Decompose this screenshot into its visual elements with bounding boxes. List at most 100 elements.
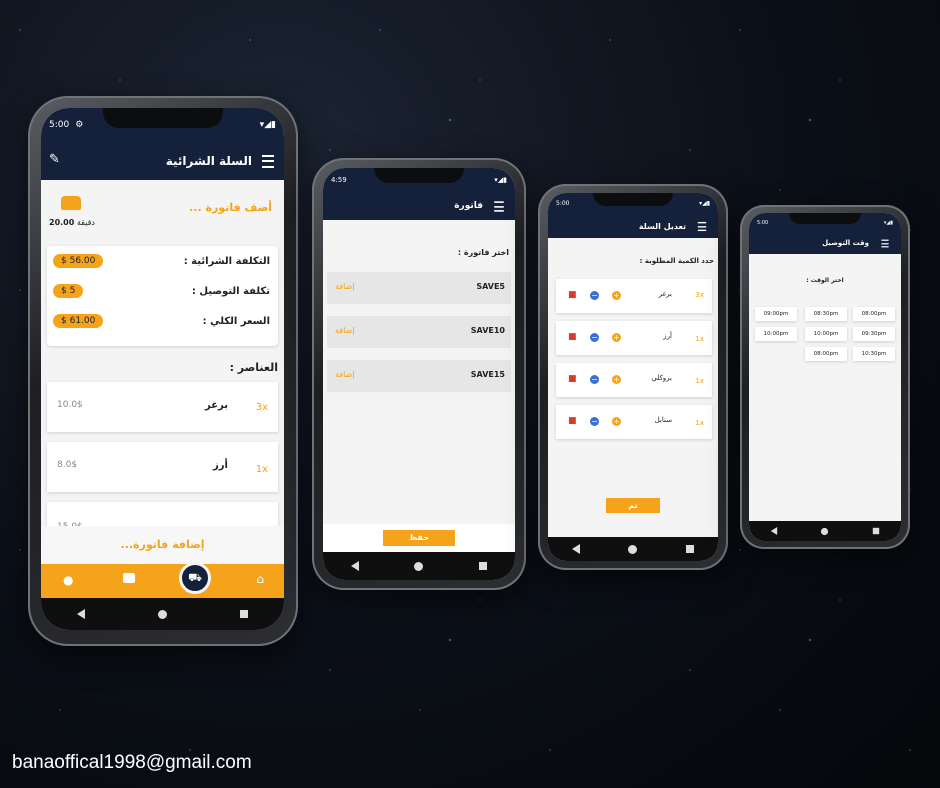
recents-icon[interactable] (479, 562, 488, 570)
home-button-icon[interactable] (821, 527, 829, 535)
add-invoice-link-bottom[interactable]: إضافة فاتورة... (121, 538, 205, 551)
page-title: وقت التوصيل (822, 239, 869, 247)
recents-icon[interactable] (872, 527, 880, 535)
increase-icon[interactable]: + (612, 333, 621, 342)
phone-invoice: 4:59 ▾◢▮ فاتورة اختر فاتورة : SAVE5 إضاف… (312, 158, 526, 590)
home-icon[interactable]: ⌂ (256, 572, 264, 586)
contact-email: banaoffical1998@gmail.com (12, 752, 252, 773)
status-time: 5:00 (556, 200, 570, 207)
increase-icon[interactable]: + (612, 291, 621, 300)
time-slot[interactable]: 09:30pm (853, 327, 895, 341)
coupon-code: SAVE15 (470, 370, 505, 379)
time-slot[interactable]: 08:30pm (805, 307, 847, 321)
delete-icon[interactable]: ■ (568, 332, 577, 342)
edit-icon[interactable]: ✎ (49, 152, 60, 167)
cart-item-row[interactable]: 1x أرز ■ − + (556, 321, 712, 355)
item-name: بروكلي (651, 374, 672, 382)
add-invoice-link-top[interactable]: أضف فاتورة ... (189, 201, 272, 214)
page-title: تعديل السلة (638, 221, 686, 231)
phone-cart: 5:00 ⚙ ▾◢▮ ✎ السلة الشرائية أضف فاتورة .… (28, 96, 298, 646)
choose-time-prompt: اختر الوقت : (806, 277, 844, 284)
item-price: 8.0$ (57, 460, 78, 470)
cart-item-row[interactable]: 1x بروكلي ■ − + (556, 363, 712, 397)
decrease-icon[interactable]: − (590, 291, 599, 300)
menu-icon[interactable] (697, 221, 707, 231)
profile-icon[interactable]: ● (63, 573, 73, 587)
notch (374, 168, 464, 183)
back-icon[interactable] (77, 609, 86, 619)
item-name: أرز (663, 332, 672, 340)
screen-delivery-time: 5:00 ▾◢▮ وقت التوصيل اختر الوقت : 08:00p… (749, 213, 901, 541)
time-slot[interactable]: 08:00pm (853, 307, 895, 321)
page-title: فاتورة (454, 201, 483, 211)
status-time: 4:59 (331, 176, 347, 184)
cart-item-row[interactable]: 3x برغر ■ − + (556, 279, 712, 313)
first-aid-icon[interactable] (123, 573, 135, 583)
increase-icon[interactable]: + (612, 417, 621, 426)
time-slot[interactable]: 10:00pm (755, 327, 797, 341)
signal-icon: ▾◢▮ (259, 120, 276, 130)
notch (102, 108, 223, 128)
summary-label: تكلفة التوصيل : (191, 286, 270, 297)
item-qty: 1x (255, 464, 268, 475)
delete-icon[interactable]: ■ (568, 290, 577, 300)
back-icon[interactable] (770, 527, 778, 535)
delete-icon[interactable]: ■ (568, 416, 577, 426)
add-coupon-button[interactable]: إضافة (335, 282, 355, 291)
time-slot[interactable]: 10:30pm (853, 347, 895, 361)
screen-invoice: 4:59 ▾◢▮ فاتورة اختر فاتورة : SAVE5 إضاف… (323, 168, 515, 580)
choose-invoice-prompt: اختر فاتورة : (457, 248, 509, 257)
quantity-prompt: حدد الكمية المطلوبة : (639, 257, 714, 265)
item-name: برغر (204, 400, 228, 411)
coupon-row[interactable]: SAVE10 إضافة (327, 316, 511, 348)
settings-icon: ⚙ (75, 120, 84, 130)
menu-icon[interactable] (262, 154, 274, 168)
notch (593, 193, 673, 206)
time-slot[interactable]: 08:00pm (805, 347, 847, 361)
notch (789, 213, 861, 224)
delivery-unit: دقيقة (76, 218, 95, 227)
cart-icon[interactable]: ⛟ (179, 562, 211, 594)
delete-icon[interactable]: ■ (568, 374, 577, 384)
list-item[interactable]: 1x أرز 8.0$ (47, 442, 278, 492)
back-icon[interactable] (350, 561, 359, 571)
back-icon[interactable] (572, 544, 581, 554)
phone-edit-cart: 5:00 ▾◢▮ تعديل السلة حدد الكمية المطلوبة… (538, 184, 728, 570)
bottom-nav: ● ⛟ ⌂ (41, 562, 284, 598)
add-coupon-button[interactable]: إضافة (335, 370, 355, 379)
home-button-icon[interactable] (157, 609, 167, 619)
signal-icon: ▾◢▮ (494, 176, 507, 184)
save-button[interactable]: حفظ (383, 530, 455, 546)
status-time: 5:00 (757, 219, 769, 226)
item-qty: 1x (695, 377, 704, 385)
summary-label: التكلفة الشرائية : (183, 256, 270, 267)
system-nav-bar (548, 537, 718, 561)
menu-icon[interactable] (494, 200, 504, 212)
time-slot[interactable]: 10:00pm (805, 327, 847, 341)
recents-icon[interactable] (685, 545, 694, 553)
coupon-row[interactable]: SAVE15 إضافة (327, 360, 511, 392)
add-invoice-bar[interactable]: إضافة فاتورة... (41, 526, 284, 564)
item-qty: 3x (695, 291, 704, 299)
increase-icon[interactable]: + (612, 375, 621, 384)
decrease-icon[interactable]: − (590, 375, 599, 384)
item-qty: 1x (695, 419, 704, 427)
item-name: برغر (658, 290, 672, 298)
car-icon (61, 196, 81, 210)
add-coupon-button[interactable]: إضافة (335, 326, 355, 335)
done-button[interactable]: تم (606, 498, 660, 513)
time-slot[interactable]: 09:00pm (755, 307, 797, 321)
coupon-row[interactable]: SAVE5 إضافة (327, 272, 511, 304)
signal-icon: ▾◢▮ (699, 200, 710, 207)
list-item[interactable]: 3x برغر 10.0$ (47, 382, 278, 432)
cart-item-row[interactable]: 1x سنابل ■ − + (556, 405, 712, 439)
menu-icon[interactable] (881, 239, 889, 247)
home-button-icon[interactable] (628, 544, 638, 554)
home-button-icon[interactable] (414, 561, 424, 571)
recents-icon[interactable] (239, 610, 248, 618)
delivery-time: 20.00 (49, 218, 75, 227)
app-bar: تعديل السلة (548, 214, 718, 238)
summary-value: $ 61.00 (53, 314, 104, 328)
decrease-icon[interactable]: − (590, 333, 599, 342)
decrease-icon[interactable]: − (590, 417, 599, 426)
